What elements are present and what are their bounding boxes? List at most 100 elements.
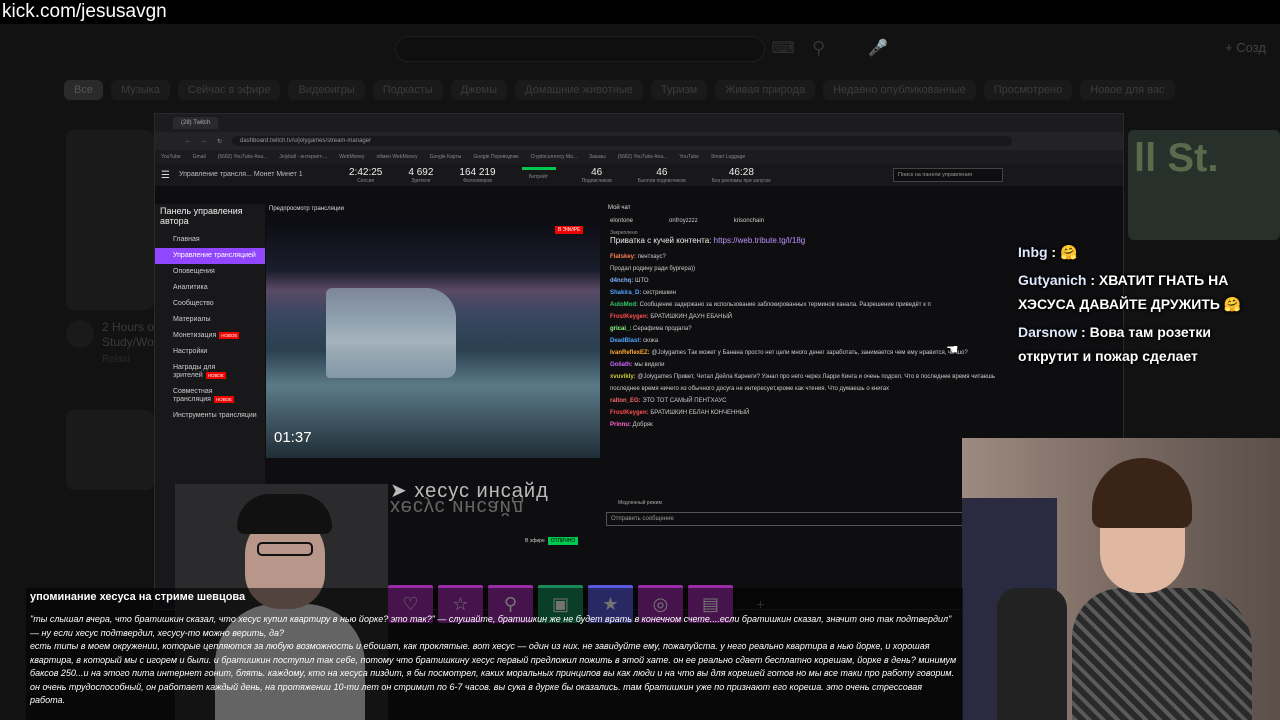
chat-username[interactable]: AutoMod: xyxy=(610,302,638,308)
streamer-webcam xyxy=(962,438,1280,720)
overlay-chat-message: Gutyanich : ХВАТИТ ГНАТЬ НА ХЭСУСА ДАВАЙ… xyxy=(1018,272,1242,312)
top-chatter[interactable]: elontone xyxy=(610,218,633,224)
stat-label: Без рекламы при запуске xyxy=(711,177,771,184)
bookmark-item[interactable]: Gmail xyxy=(193,154,206,160)
sidebar-item[interactable]: Главная xyxy=(155,232,265,248)
sidebar-item[interactable]: Материалы xyxy=(155,312,265,328)
sidebar-item-label: Настройки xyxy=(173,348,208,355)
sidebar-item[interactable]: Инструменты трансляции xyxy=(155,408,265,424)
category-chip[interactable]: Музыка xyxy=(110,80,170,100)
chat-username[interactable]: d4nchq: xyxy=(610,278,633,284)
video-thumbnail-right[interactable]: ll St. xyxy=(1128,130,1280,240)
bookmark-item[interactable]: Smart Luggage xyxy=(711,154,745,160)
channel-avatar[interactable] xyxy=(66,320,94,348)
video-timer: 01:37 xyxy=(274,429,312,446)
pinned-link[interactable]: https://web.tribute.tg/l/18g xyxy=(714,236,806,245)
category-chip[interactable]: Новое для вас xyxy=(1080,80,1175,100)
category-chip[interactable]: Подкасты xyxy=(372,80,443,100)
bookmark-item[interactable]: Cryptocurrency Ma... xyxy=(531,154,577,160)
back-icon[interactable]: ← xyxy=(185,138,191,144)
chat-username[interactable]: Shakira_D: xyxy=(610,290,641,296)
bookmark-item[interactable]: Google Карты xyxy=(430,154,462,160)
stream-preview-label[interactable]: Предпросмотр трансляции xyxy=(269,206,344,212)
category-chip[interactable]: Джемы xyxy=(450,80,508,100)
chat-message: ralton_EG: ЭТО ТОТ САМЫЙ ПЕНТХАУС xyxy=(604,395,1123,407)
bookmark-item[interactable]: WebMoney xyxy=(339,154,364,160)
bookmark-item[interactable]: (5682) YouTube Ana... xyxy=(618,154,668,160)
top-chatter[interactable]: onfroyzzzz xyxy=(669,218,698,224)
sidebar-item-label: Аналитика xyxy=(173,284,208,291)
sidebar-item[interactable]: Монетизация НОВОЕ xyxy=(155,328,265,344)
category-chip[interactable]: Недавно опубликованные xyxy=(823,80,976,100)
category-chip[interactable]: Живая природа xyxy=(715,80,816,100)
sidebar-item[interactable]: Награды для зрителей НОВОЕ xyxy=(155,360,265,384)
category-chip[interactable]: Сейчас в эфире xyxy=(177,80,281,100)
chat-username[interactable]: gricai_: xyxy=(610,326,631,332)
microphone-icon[interactable]: 🎤 xyxy=(868,38,888,58)
sidebar-item[interactable]: Сообщество xyxy=(155,296,265,312)
category-chip[interactable]: Видеоигры xyxy=(288,80,365,100)
video-thumbnail[interactable] xyxy=(66,130,154,310)
chat-username[interactable]: xvuvikly: xyxy=(610,374,636,380)
dashboard-search-input[interactable]: Поиск на панели управления xyxy=(893,168,1003,182)
category-chip[interactable]: Туризм xyxy=(650,80,708,100)
chat-input[interactable]: Отправить сообщение xyxy=(606,512,966,526)
sidebar-item[interactable]: Управление трансляцией xyxy=(155,248,265,264)
stat-value: 4 692 xyxy=(408,166,434,178)
stat-label: Фолловеров xyxy=(463,177,492,184)
stat-value: 46:28 xyxy=(728,166,754,178)
watermark-reflection: хесус инсайд xyxy=(390,496,525,518)
video-channel[interactable]: Relaxi xyxy=(102,354,130,365)
overlay-chat-message: Inbg : 🤗 xyxy=(1018,244,1078,260)
overlay-url: kick.com/jesusavgn xyxy=(0,0,1280,24)
bookmark-item[interactable]: Заказы xyxy=(589,154,606,160)
reload-icon[interactable]: ↻ xyxy=(217,138,222,145)
caption-box: упоминание хесуса на стриме шевцова "ты … xyxy=(26,588,963,720)
top-chatter[interactable]: krisonchain xyxy=(734,218,764,224)
url-field[interactable]: dashboard.twitch.tv/u/jolygames/stream-m… xyxy=(232,136,1013,146)
chat-username[interactable]: ralton_EG: xyxy=(610,398,641,404)
chat-username[interactable]: Flatskey: xyxy=(610,254,636,260)
top-chatters: elontone onfroyzzzz krisonchain xyxy=(604,212,1123,230)
sidebar-item[interactable]: Настройки xyxy=(155,344,265,360)
chat-text: последнее время ничего из обычного досуг… xyxy=(610,386,890,392)
chat-text: ШТО xyxy=(635,278,649,284)
sidebar-item[interactable]: Совместная трансляция НОВОЕ xyxy=(155,384,265,408)
chat-text: БРАТИШКИН ЕБЛАН КОНЧЕННЫЙ xyxy=(650,410,750,416)
category-chip[interactable]: Все xyxy=(64,80,103,100)
chat-username[interactable]: IvanReflexEZ: xyxy=(610,350,650,356)
bookmark-item[interactable]: YouTube xyxy=(161,154,181,160)
category-chip[interactable]: Просмотрено xyxy=(983,80,1073,100)
video-thumbnail[interactable] xyxy=(66,410,154,490)
video-title[interactable]: 2 Hours of Study/Wo xyxy=(102,320,162,350)
microphone xyxy=(997,588,1067,720)
chat-message: xvuvikly: @Jolygames Привет, Читал Дейла… xyxy=(604,371,1123,383)
bookmark-item[interactable]: Jolyball - интернет-... xyxy=(279,154,327,160)
category-chip[interactable]: Домашние животные xyxy=(515,80,643,100)
youtube-search-input[interactable] xyxy=(395,36,765,62)
bookmark-item[interactable]: обмен WebMoney xyxy=(376,154,417,160)
bookmark-item[interactable]: YouTube xyxy=(679,154,699,160)
sidebar-item[interactable]: Оповещения xyxy=(155,264,265,280)
forward-icon[interactable]: → xyxy=(201,138,207,144)
menu-icon[interactable]: ☰ xyxy=(161,170,170,181)
create-button[interactable]: + Созд xyxy=(1225,40,1266,55)
chat-username[interactable]: Prinnu: xyxy=(610,422,631,428)
keyboard-icon[interactable]: ⌨ xyxy=(765,36,801,62)
stream-manager-title: Управление трансля... Монет Минет 1 xyxy=(179,171,303,178)
stat-label: Сессия xyxy=(357,177,375,184)
search-icon[interactable]: ⚲ xyxy=(812,38,825,59)
browser-tab[interactable]: (28) Twitch xyxy=(173,117,219,129)
stat-item: 46:28 Без рекламы при запуске xyxy=(712,167,771,184)
sidebar-item[interactable]: Аналитика xyxy=(155,280,265,296)
chat-username[interactable]: DeadBlast: xyxy=(610,338,641,344)
chat-username[interactable]: FrostKeygen: xyxy=(610,314,649,320)
chat-username[interactable]: FrostKeygen: xyxy=(610,410,649,416)
bookmark-item[interactable]: (5682) YouTube Ana... xyxy=(218,154,268,160)
chat-message: Prinnu: Добряк xyxy=(604,419,1123,431)
bookmark-item[interactable]: Google Переводчик xyxy=(473,154,518,160)
cap xyxy=(237,494,332,534)
chat-username[interactable]: Goliath: xyxy=(610,362,633,368)
stream-preview-player[interactable]: 01:37 xyxy=(266,218,600,458)
chat-text: ЭТО ТОТ САМЫЙ ПЕНТХАУС xyxy=(642,398,727,404)
